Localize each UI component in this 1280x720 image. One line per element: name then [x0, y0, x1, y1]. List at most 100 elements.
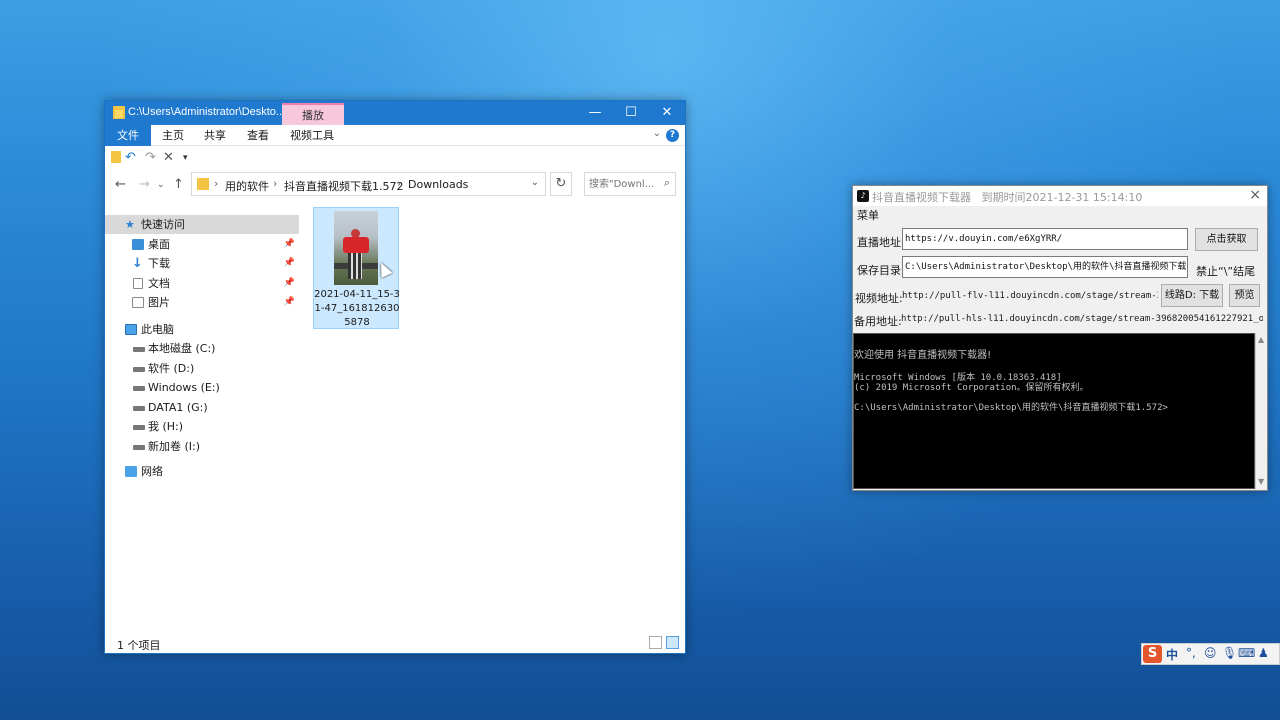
sogou-logo-icon[interactable]: S — [1143, 645, 1162, 663]
live-url-input[interactable]: https://v.douyin.com/e6XgYRR/ — [902, 228, 1188, 250]
title-bar[interactable]: ♪ 抖音直播视频下载器 到期时间2021-12-31 15:14:10 × — [853, 186, 1267, 206]
nav-drive-i[interactable]: 新加卷 (I:) — [105, 437, 299, 456]
nav-this-pc[interactable]: 此电脑 — [105, 320, 299, 339]
expiry-text: 到期时间2021-12-31 15:14:10 — [981, 191, 1143, 204]
nav-item-downloads[interactable]: ↓ 下载 📌 — [105, 254, 299, 273]
close-icon[interactable]: × — [1249, 187, 1261, 203]
nav-drive-d[interactable]: 软件 (D:) — [105, 359, 299, 378]
scroll-down-icon[interactable]: ▼ — [1258, 477, 1264, 486]
address-row: ← → ⌄ ↑ › 用的软件 › 抖音直播视频下载1.572 › Downloa… — [105, 171, 685, 199]
nav-label: 本地磁盘 (C:) — [148, 342, 216, 355]
recent-chevron-icon[interactable]: ⌄ — [157, 180, 165, 190]
nav-label: 桌面 — [148, 238, 170, 251]
nav-drive-g[interactable]: DATA1 (G:) — [105, 398, 299, 417]
console-output[interactable]: 欢迎使用 抖音直播视频下载器! Microsoft Windows [版本 10… — [853, 333, 1255, 489]
breadcrumb-separator: › — [397, 177, 402, 190]
save-dir-label: 保存目录: — [857, 264, 905, 277]
chevron-down-icon[interactable]: ⌄ — [531, 177, 539, 188]
nav-item-pictures[interactable]: 图片 📌 — [105, 293, 299, 312]
tab-view[interactable]: 查看 — [240, 125, 276, 146]
redo-icon[interactable]: ↷ — [145, 150, 156, 165]
nav-network[interactable]: 网络 — [105, 462, 299, 481]
customize-toolbar-icon[interactable]: ▾ — [183, 153, 188, 163]
delete-icon[interactable]: ✕ — [163, 150, 174, 165]
undo-icon[interactable]: ↶ — [125, 150, 136, 165]
nav-quick-access[interactable]: ★ 快速访问 — [105, 215, 299, 234]
pin-icon[interactable]: 📌 — [284, 274, 295, 293]
pin-icon[interactable]: 📌 — [284, 235, 295, 254]
menu-item[interactable]: 菜单 — [857, 207, 879, 223]
breadcrumb-item[interactable]: 抖音直播视频下载1.572 — [284, 178, 404, 194]
pin-icon[interactable]: 📌 — [284, 293, 295, 312]
nav-item-documents[interactable]: 文档 📌 — [105, 274, 299, 293]
maximize-button[interactable]: ☐ — [613, 101, 649, 125]
fetch-button[interactable]: 点击获取 — [1195, 228, 1258, 251]
back-arrow-icon[interactable]: ← — [115, 177, 126, 192]
console-scrollbar[interactable]: ▲ ▼ — [1255, 333, 1267, 489]
document-icon — [133, 278, 143, 289]
refresh-icon[interactable]: ↻ — [550, 172, 572, 196]
folder-icon — [197, 178, 209, 190]
microphone-icon[interactable]: 🎙 — [1222, 646, 1237, 660]
nav-drive-h[interactable]: 我 (H:) — [105, 417, 299, 436]
window-title: C:\Users\Administrator\Deskto... — [128, 106, 286, 118]
nav-item-desktop[interactable]: 桌面 📌 — [105, 235, 299, 254]
tab-share[interactable]: 共享 — [197, 125, 233, 146]
keyboard-icon[interactable]: ⌨ — [1238, 646, 1255, 660]
context-tab-play[interactable]: 播放 — [282, 103, 344, 125]
window-title: 抖音直播视频下载器 到期时间2021-12-31 15:14:10 — [872, 189, 1142, 205]
pin-icon[interactable]: 📌 — [284, 254, 295, 273]
search-box[interactable]: ⌕ — [584, 172, 676, 196]
live-url-label: 直播地址: — [857, 236, 905, 249]
navigation-pane: ★ 快速访问 桌面 📌 ↓ 下载 📌 文档 📌 图片 📌 此电脑 本地磁盘 (C… — [105, 209, 301, 629]
minimize-button[interactable]: — — [577, 101, 613, 125]
preview-button[interactable]: 预览 — [1229, 284, 1260, 307]
nav-label: 文档 — [148, 277, 170, 290]
file-explorer-window: C:\Users\Administrator\Deskto... — ☐ ✕ 播… — [104, 100, 686, 654]
details-view-icon[interactable] — [649, 636, 662, 649]
tab-file[interactable]: 文件 — [105, 125, 151, 146]
nav-label: 快速访问 — [141, 218, 185, 231]
close-button[interactable]: ✕ — [649, 101, 685, 125]
drive-icon — [133, 386, 145, 391]
ribbon-tabs: 文件 主页 共享 查看 视频工具 ⌄ ? — [105, 125, 685, 146]
route-download-button[interactable]: 线路D: 下载 — [1161, 284, 1223, 307]
breadcrumb-item[interactable]: Downloads — [408, 178, 468, 191]
ime-mode-label[interactable]: 中 — [1166, 646, 1178, 663]
nav-label: 新加卷 (I:) — [148, 440, 201, 453]
console-line: Microsoft Windows [版本 10.0.18363.418] — [854, 373, 1062, 383]
quick-access-toolbar: ↶ ↷ ✕ ▾ — [105, 146, 685, 170]
thumbnail-detail — [343, 237, 369, 253]
computer-icon — [125, 324, 137, 335]
network-icon — [125, 466, 137, 477]
console-line: C:\Users\Administrator\Desktop\用的软件\抖音直播… — [854, 403, 1168, 413]
tab-home[interactable]: 主页 — [155, 125, 191, 146]
nav-drive-e[interactable]: Windows (E:) — [105, 378, 299, 397]
drive-icon — [133, 425, 145, 430]
large-icons-view-icon[interactable] — [666, 636, 679, 649]
title-bar[interactable]: C:\Users\Administrator\Deskto... — ☐ ✕ — [105, 101, 685, 125]
forward-arrow-icon[interactable]: → — [139, 177, 150, 192]
file-item[interactable]: 2021-04-11_15-31-47_1618126305878 — [313, 207, 400, 329]
save-dir-input[interactable]: C:\Users\Administrator\Desktop\用的软件\抖音直播… — [902, 256, 1188, 278]
address-bar[interactable]: › 用的软件 › 抖音直播视频下载1.572 › Downloads ⌄ — [191, 172, 546, 196]
drive-icon — [133, 367, 145, 372]
backup-url-text: http://pull-hls-l11.douyincdn.com/stage/… — [901, 314, 1263, 324]
tab-video-tools[interactable]: 视频工具 — [283, 125, 341, 146]
user-icon[interactable]: ♟ — [1258, 646, 1269, 660]
search-input[interactable] — [589, 176, 655, 192]
breadcrumb-item[interactable]: 用的软件 — [225, 178, 269, 194]
help-icon[interactable]: ? — [666, 129, 679, 142]
scroll-up-icon[interactable]: ▲ — [1258, 335, 1264, 344]
nav-label: DATA1 (G:) — [148, 401, 208, 414]
nav-label: 此电脑 — [141, 323, 174, 336]
emoji-icon[interactable]: ☺ — [1204, 646, 1217, 660]
drive-icon — [133, 347, 145, 352]
properties-icon[interactable] — [111, 151, 121, 163]
thumbnail-detail — [348, 253, 362, 279]
chevron-down-icon[interactable]: ⌄ — [653, 128, 661, 139]
mouse-cursor-icon — [375, 260, 393, 278]
nav-drive-c[interactable]: 本地磁盘 (C:) — [105, 339, 299, 358]
up-arrow-icon[interactable]: ↑ — [173, 177, 184, 192]
punctuation-icon[interactable]: °, — [1186, 646, 1196, 660]
